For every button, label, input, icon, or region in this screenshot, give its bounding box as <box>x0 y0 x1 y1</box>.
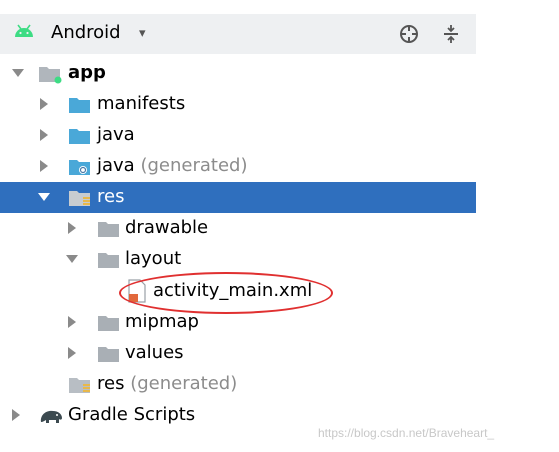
expand-arrow-icon[interactable] <box>12 69 24 77</box>
module-folder-icon <box>39 67 62 84</box>
resource-folder-icon <box>69 191 90 206</box>
android-icon <box>15 24 33 37</box>
tree-item-label: java <box>97 124 135 145</box>
tree-item-label: res <box>97 186 125 207</box>
chevron-down-icon[interactable]: ▾ <box>139 23 146 45</box>
tree-item-mipmap[interactable]: mipmap <box>0 307 476 338</box>
project-view-selector[interactable]: Android <box>51 22 121 44</box>
tree-item-label: manifests <box>97 93 186 114</box>
gradle-elephant-icon <box>40 410 62 423</box>
collapse-all-icon[interactable] <box>440 23 462 45</box>
folder-icon <box>98 316 119 331</box>
tree-item-label: res (generated) <box>97 373 237 395</box>
generated-suffix: (generated) <box>130 373 238 394</box>
folder-icon <box>69 98 90 113</box>
resource-folder-icon <box>69 378 90 393</box>
folder-name: res <box>97 373 125 394</box>
expand-arrow-icon[interactable] <box>38 193 50 201</box>
tree-item-label: Gradle Scripts <box>68 404 196 425</box>
watermark: https://blog.csdn.net/Braveheart_ <box>318 426 495 440</box>
expand-arrow-icon[interactable] <box>66 255 78 263</box>
folder-icon <box>98 253 119 268</box>
tree-item-label: app <box>68 62 106 83</box>
expand-arrow-icon[interactable] <box>40 98 48 110</box>
tree-item-res-generated[interactable]: res (generated) <box>0 369 476 400</box>
tree-item-java-generated[interactable]: java (generated) <box>0 151 476 182</box>
expand-arrow-icon[interactable] <box>12 409 20 421</box>
folder-icon <box>69 129 90 144</box>
tree-item-label: layout <box>125 248 182 269</box>
expand-arrow-icon[interactable] <box>40 160 48 172</box>
generated-suffix: (generated) <box>140 155 248 176</box>
folder-icon <box>98 222 119 237</box>
expand-arrow-icon[interactable] <box>68 222 76 234</box>
tree-item-drawable[interactable]: drawable <box>0 213 476 244</box>
expand-arrow-icon[interactable] <box>68 347 76 359</box>
tree-item-label: values <box>125 342 184 363</box>
tree-item-values[interactable]: values <box>0 338 476 369</box>
generated-folder-icon <box>69 160 90 175</box>
expand-arrow-icon[interactable] <box>40 129 48 141</box>
tree-item-label: java (generated) <box>97 155 247 177</box>
tree-item-layout[interactable]: layout <box>0 244 476 275</box>
tree-item-label: drawable <box>125 217 209 238</box>
expand-arrow-icon[interactable] <box>68 316 76 328</box>
project-view-header: Android ▾ <box>0 14 476 54</box>
folder-name: java <box>97 155 135 176</box>
scroll-from-source-icon[interactable] <box>398 23 420 45</box>
tree-item-manifests[interactable]: manifests <box>0 89 476 120</box>
tree-item-java[interactable]: java <box>0 120 476 151</box>
folder-icon <box>98 347 119 362</box>
tree-item-app[interactable]: app <box>0 58 476 89</box>
tree-item-label: mipmap <box>125 311 199 332</box>
tree-item-res[interactable]: res <box>0 182 476 213</box>
